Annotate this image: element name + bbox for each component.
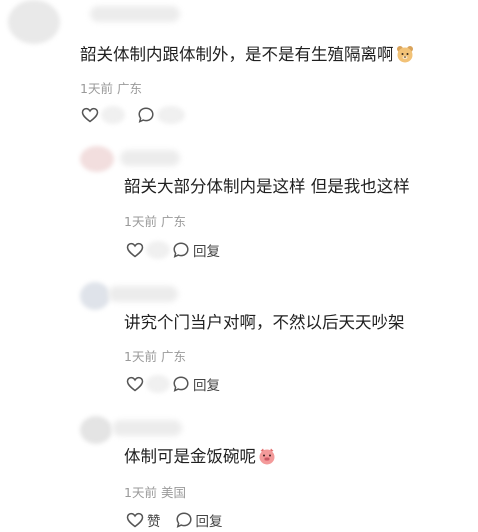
comment-actions: 回复 <box>126 373 220 395</box>
like-button[interactable] <box>81 106 125 124</box>
pig-emoji-icon <box>258 447 276 471</box>
reply-label: 回复 <box>195 514 223 530</box>
like-button[interactable]: 赞 <box>126 510 161 530</box>
reply-button[interactable]: 回复 <box>172 374 220 394</box>
comment-item: 韶关体制内跟体制外，是不是有生殖隔离啊 1天前 广东 <box>0 0 478 128</box>
comment-meta: 1天前 广东 <box>124 211 186 230</box>
comment-text: 讲究个门当户对啊，不然以后天天吵架 <box>124 313 405 332</box>
like-count-blurred <box>146 375 170 393</box>
comment-location: 广东 <box>160 349 186 364</box>
comment-location: 广东 <box>160 214 186 229</box>
comment-time: 1天前 <box>124 485 157 500</box>
avatar[interactable] <box>80 416 112 444</box>
reply-button[interactable] <box>137 106 185 124</box>
comment-time: 1天前 <box>80 81 113 96</box>
comment-location: 广东 <box>116 81 142 96</box>
heart-icon <box>81 107 99 123</box>
comment-text: 体制可是金饭碗呢 <box>124 446 276 471</box>
heart-icon <box>126 512 144 528</box>
avatar[interactable] <box>80 146 114 172</box>
avatar[interactable] <box>80 282 110 310</box>
comment-text: 韶关大部分体制内是这样 但是我也这样 <box>124 177 410 196</box>
comment-time: 1天前 <box>124 349 157 364</box>
heart-icon <box>126 242 144 258</box>
reply-label: 回复 <box>193 378 220 394</box>
heart-icon <box>126 376 144 392</box>
comment-time: 1天前 <box>124 214 157 229</box>
comment-meta: 1天前 美国 <box>124 482 186 501</box>
comment-bubble-icon <box>137 106 155 124</box>
comment-actions <box>81 104 185 126</box>
reply-button[interactable]: 回复 <box>172 240 220 260</box>
reply-button[interactable]: 回复 <box>175 510 223 530</box>
comment-bubble-icon <box>172 241 190 259</box>
comment-actions: 回复 <box>126 239 220 261</box>
comment-bubble-icon <box>172 375 190 393</box>
reply-overlay-blurred <box>157 106 185 124</box>
like-button[interactable] <box>126 241 170 259</box>
comment-meta: 1天前 广东 <box>124 346 186 365</box>
comment-item: 体制可是金饭碗呢 1天前 美国 赞 回复 <box>0 414 478 532</box>
comment-text: 韶关体制内跟体制外，是不是有生殖隔离啊 <box>80 44 414 69</box>
username-blurred[interactable] <box>112 420 182 436</box>
like-count-blurred <box>101 106 125 124</box>
username-blurred[interactable] <box>108 286 178 302</box>
like-count-blurred <box>146 241 170 259</box>
comment-actions: 赞 回复 <box>126 509 223 531</box>
comment-item: 韶关大部分体制内是这样 但是我也这样 1天前 广东 回复 <box>0 140 478 270</box>
comment-item: 讲究个门当户对啊，不然以后天天吵架 1天前 广东 回复 <box>0 278 478 408</box>
bear-emoji-icon <box>396 45 414 69</box>
username-blurred[interactable] <box>90 6 180 22</box>
username-blurred[interactable] <box>120 150 180 166</box>
reply-label: 回复 <box>193 244 220 260</box>
comment-bubble-icon <box>175 511 193 529</box>
like-label: 赞 <box>147 514 161 530</box>
comment-meta: 1天前 广东 <box>80 78 142 97</box>
avatar[interactable] <box>8 0 60 44</box>
comment-location: 美国 <box>160 485 186 500</box>
like-button[interactable] <box>126 375 170 393</box>
